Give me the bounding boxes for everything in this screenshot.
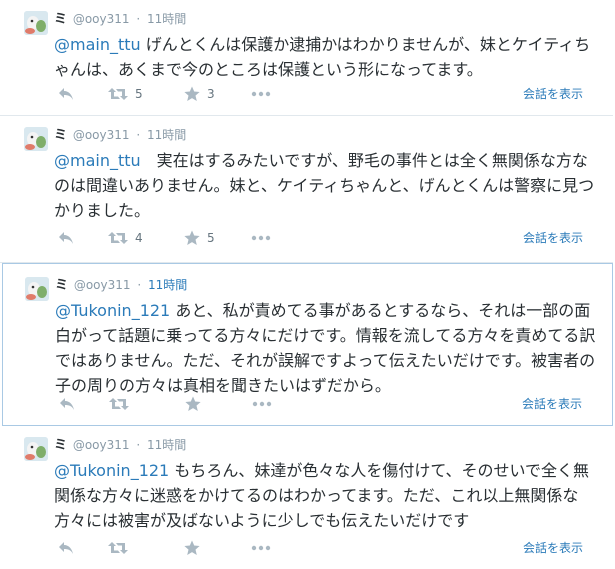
timestamp[interactable]: 11時間 [148,278,187,292]
more-dots-icon [251,91,271,97]
favorite-count: 3 [207,87,215,101]
favorite-button[interactable] [184,538,207,558]
display-name[interactable]: ミ [54,128,67,143]
tweet[interactable]: ミ @ooy311 · 11時間 @main_ttu げんとくんは保護か逮捕かは… [0,0,613,116]
reply-icon [59,542,73,554]
reply-icon [59,232,73,244]
display-name[interactable]: ミ [54,438,67,453]
view-conversation-link[interactable]: 会話を表示 [523,85,583,102]
tweet-text: @Tukonin_121 もちろん、妹達が色々な人を傷付けて、そのせいで全く無関… [54,458,599,533]
mention-link[interactable]: @Tukonin_121 [54,461,169,480]
view-conversation-link[interactable]: 会話を表示 [523,229,583,246]
favorite-button[interactable]: 3 [184,84,215,104]
reply-button[interactable] [59,394,75,414]
user-handle[interactable]: @ooy311 [73,438,130,452]
star-icon [184,230,200,245]
timeline: ミ @ooy311 · 11時間 @main_ttu げんとくんは保護か逮捕かは… [0,0,615,569]
tweet-text: @main_ttu 実在はするみたいですが、野毛の事件とは全く無関係な方なのは間… [54,148,599,223]
retweet-button[interactable] [108,538,135,558]
more-button[interactable] [251,84,271,104]
avatar[interactable] [24,437,48,461]
tweet-text: @Tukonin_121 あと、私が責めてる事があるとするなら、それは一部の面白… [55,298,598,398]
more-button[interactable] [252,394,272,414]
separator: · [137,278,142,292]
separator: · [136,438,141,452]
user-handle[interactable]: @ooy311 [74,278,131,292]
timestamp[interactable]: 11時間 [147,438,186,452]
retweet-icon [108,88,128,100]
retweet-button[interactable]: 5 [108,84,143,104]
user-handle[interactable]: @ooy311 [73,12,130,26]
avatar[interactable] [24,11,48,35]
timestamp[interactable]: 11時間 [147,128,186,142]
mention-link[interactable]: @main_ttu [54,35,141,54]
separator: · [136,12,141,26]
more-dots-icon [251,545,271,551]
avatar[interactable] [24,127,48,151]
mention-link[interactable]: @main_ttu [54,151,141,170]
tweet-actions [59,394,319,414]
tweet-header: ミ @ooy311 · 11時間 [54,127,186,144]
retweet-icon [108,542,128,554]
timestamp[interactable]: 11時間 [147,12,186,26]
retweet-count: 5 [135,87,143,101]
retweet-icon [109,398,129,410]
display-name[interactable]: ミ [55,278,68,293]
favorite-button[interactable] [185,394,208,414]
tweet-header: ミ @ooy311 · 11時間 [54,11,186,28]
view-conversation-link[interactable]: 会話を表示 [522,395,582,412]
tweet-header: ミ @ooy311 · 11時間 [54,437,186,454]
more-button[interactable] [251,228,271,248]
reply-button[interactable] [58,538,74,558]
retweet-button[interactable] [109,394,136,414]
tweet[interactable]: ミ @ooy311 · 11時間 @Tukonin_121 もちろん、妹達が色々… [0,426,613,569]
retweet-button[interactable]: 4 [108,228,143,248]
display-name[interactable]: ミ [54,12,67,27]
reply-button[interactable] [58,84,74,104]
retweet-count: 4 [135,231,143,245]
avatar[interactable] [25,277,49,301]
tweet-highlighted[interactable]: ミ @ooy311 · 11時間 @Tukonin_121 あと、私が責めてる事… [2,263,613,426]
star-icon [185,396,201,411]
star-icon [184,540,200,555]
mention-link[interactable]: @Tukonin_121 [55,301,170,320]
user-handle[interactable]: @ooy311 [73,128,130,142]
tweet-actions [58,538,318,558]
tweet-actions: 4 5 [58,228,318,248]
favorite-count: 5 [207,231,215,245]
reply-button[interactable] [58,228,74,248]
reply-icon [60,398,74,410]
star-icon [184,86,200,101]
favorite-button[interactable]: 5 [184,228,215,248]
tweet[interactable]: ミ @ooy311 · 11時間 @main_ttu 実在はするみたいですが、野… [0,116,613,263]
more-dots-icon [252,401,272,407]
tweet-actions: 5 3 [58,84,318,104]
view-conversation-link[interactable]: 会話を表示 [523,539,583,556]
more-dots-icon [251,235,271,241]
retweet-icon [108,232,128,244]
more-button[interactable] [251,538,271,558]
tweet-text: @main_ttu げんとくんは保護か逮捕かはわかりませんが、妹とケイティちゃん… [54,32,599,82]
reply-icon [59,88,73,100]
separator: · [136,128,141,142]
tweet-header: ミ @ooy311 · 11時間 [55,277,187,294]
